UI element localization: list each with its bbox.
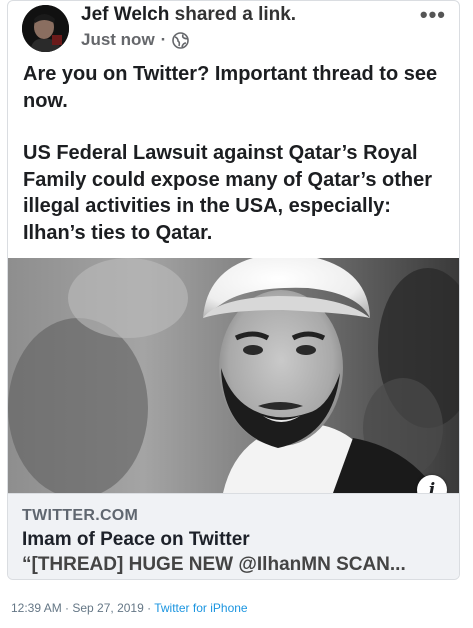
link-description: “[THREAD] HUGE NEW @IlhanMN SCAN... (22, 554, 406, 575)
more-options-icon[interactable]: ••• (420, 2, 446, 28)
post-time[interactable]: Just now (81, 30, 155, 50)
info-button-row: i (8, 463, 459, 505)
tweet-timestamp[interactable]: 12:39 AM · Sep 27, 2019 · (11, 601, 154, 615)
link-domain: TWITTER.COM (22, 507, 139, 524)
post-header: Jef Welch shared a link. Just now · ••• (8, 1, 459, 57)
author-name[interactable]: Jef Welch (81, 4, 169, 25)
author-line: Jef Welch shared a link. (81, 4, 296, 26)
tweet-source[interactable]: Twitter for iPhone (154, 601, 247, 615)
meta-separator: · (160, 30, 167, 49)
post-text: Are you on Twitter? Important thread to … (23, 61, 453, 272)
link-title[interactable]: Imam of Peace on Twitter (22, 529, 250, 551)
post-action: shared a link. (174, 4, 297, 25)
post-meta: Just now · (81, 30, 190, 50)
facebook-post-card: Jef Welch shared a link. Just now · ••• … (7, 0, 460, 580)
post-paragraph: US Federal Lawsuit against Qatar’s Royal… (23, 142, 433, 244)
globe-icon (172, 31, 190, 49)
tweet-footer: 12:39 AM · Sep 27, 2019 · Twitter for iP… (11, 601, 248, 615)
avatar[interactable] (22, 5, 69, 52)
link-preview-image[interactable] (8, 258, 459, 493)
link-preview[interactable]: TWITTER.COM Imam of Peace on Twitter “[T… (8, 493, 459, 579)
post-paragraph: Are you on Twitter? Important thread to … (23, 63, 438, 112)
